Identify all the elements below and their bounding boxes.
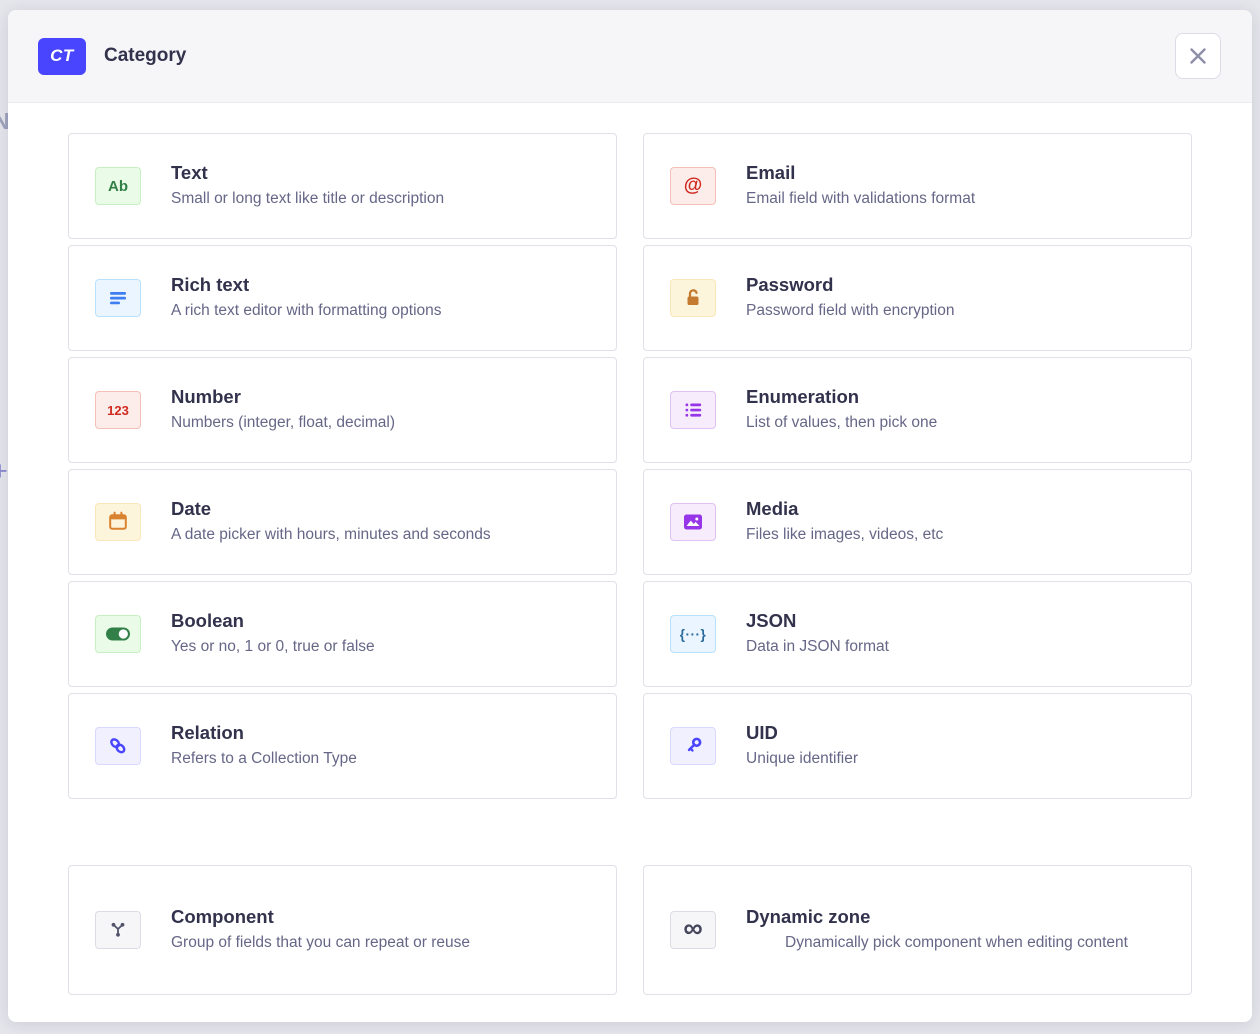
field-card-enumeration[interactable]: Enumeration List of values, then pick on… bbox=[643, 357, 1192, 463]
field-title: Password bbox=[746, 273, 1167, 296]
password-field-icon bbox=[670, 279, 716, 317]
field-title: Date bbox=[171, 497, 592, 520]
field-description: Password field with encryption bbox=[746, 300, 1167, 322]
field-description: Dynamically pick component when editing … bbox=[766, 932, 1148, 954]
field-title: Rich text bbox=[171, 273, 592, 296]
field-description: Refers to a Collection Type bbox=[171, 748, 592, 770]
close-icon bbox=[1187, 45, 1209, 67]
field-description: Numbers (integer, float, decimal) bbox=[171, 412, 592, 434]
field-card-password[interactable]: Password Password field with encryption bbox=[643, 245, 1192, 351]
field-title: Email bbox=[746, 161, 1167, 184]
field-description: List of values, then pick one bbox=[746, 412, 1167, 434]
field-description: Group of fields that you can repeat or r… bbox=[171, 932, 592, 954]
advanced-field-grid: Component Group of fields that you can r… bbox=[68, 865, 1192, 995]
enumeration-field-icon bbox=[670, 391, 716, 429]
email-field-icon: @ bbox=[670, 167, 716, 205]
richtext-field-icon bbox=[95, 279, 141, 317]
field-type-modal: CT Category Ab Text Small or long text l… bbox=[8, 10, 1252, 1022]
underlay-partial-plus: + bbox=[0, 456, 8, 487]
date-field-icon bbox=[95, 503, 141, 541]
field-title: Relation bbox=[171, 721, 592, 744]
number-field-icon: 123 bbox=[95, 391, 141, 429]
field-card-richtext[interactable]: Rich text A rich text editor with format… bbox=[68, 245, 617, 351]
field-card-relation[interactable]: Relation Refers to a Collection Type bbox=[68, 693, 617, 799]
field-description: A rich text editor with formatting optio… bbox=[171, 300, 592, 322]
field-type-grid: Ab Text Small or long text like title or… bbox=[68, 133, 1192, 799]
json-field-icon: {···} bbox=[670, 615, 716, 653]
close-button[interactable] bbox=[1175, 33, 1221, 79]
collection-type-badge: CT bbox=[38, 38, 86, 75]
field-card-dynamiczone[interactable]: ∞ Dynamic zone Dynamically pick componen… bbox=[643, 865, 1192, 995]
media-field-icon bbox=[670, 503, 716, 541]
relation-field-icon bbox=[95, 727, 141, 765]
text-field-icon: Ab bbox=[95, 167, 141, 205]
dynamiczone-field-icon: ∞ bbox=[670, 911, 716, 949]
field-description: Data in JSON format bbox=[746, 636, 1167, 658]
field-description: A date picker with hours, minutes and se… bbox=[171, 524, 592, 546]
field-card-boolean[interactable]: Boolean Yes or no, 1 or 0, true or false bbox=[68, 581, 617, 687]
boolean-field-icon bbox=[95, 615, 141, 653]
field-title: JSON bbox=[746, 609, 1167, 632]
field-description: Small or long text like title or descrip… bbox=[171, 188, 592, 210]
field-title: Media bbox=[746, 497, 1167, 520]
modal-header: CT Category bbox=[8, 10, 1252, 103]
field-card-media[interactable]: Media Files like images, videos, etc bbox=[643, 469, 1192, 575]
field-title: Enumeration bbox=[746, 385, 1167, 408]
field-description: Files like images, videos, etc bbox=[746, 524, 1167, 546]
field-title: Dynamic zone bbox=[746, 905, 1167, 928]
field-card-email[interactable]: @ Email Email field with validations for… bbox=[643, 133, 1192, 239]
field-card-text[interactable]: Ab Text Small or long text like title or… bbox=[68, 133, 617, 239]
field-title: Number bbox=[171, 385, 592, 408]
modal-title: Category bbox=[104, 45, 186, 67]
component-field-icon bbox=[95, 911, 141, 949]
field-description: Yes or no, 1 or 0, true or false bbox=[171, 636, 592, 658]
field-card-json[interactable]: {···} JSON Data in JSON format bbox=[643, 581, 1192, 687]
field-card-date[interactable]: Date A date picker with hours, minutes a… bbox=[68, 469, 617, 575]
field-card-component[interactable]: Component Group of fields that you can r… bbox=[68, 865, 617, 995]
field-description: Unique identifier bbox=[746, 748, 1167, 770]
field-card-number[interactable]: 123 Number Numbers (integer, float, deci… bbox=[68, 357, 617, 463]
field-description: Email field with validations format bbox=[746, 188, 1167, 210]
field-title: UID bbox=[746, 721, 1167, 744]
uid-field-icon bbox=[670, 727, 716, 765]
field-title: Component bbox=[171, 905, 592, 928]
field-title: Text bbox=[171, 161, 592, 184]
modal-body: Ab Text Small or long text like title or… bbox=[8, 103, 1252, 1022]
field-card-uid[interactable]: UID Unique identifier bbox=[643, 693, 1192, 799]
field-title: Boolean bbox=[171, 609, 592, 632]
